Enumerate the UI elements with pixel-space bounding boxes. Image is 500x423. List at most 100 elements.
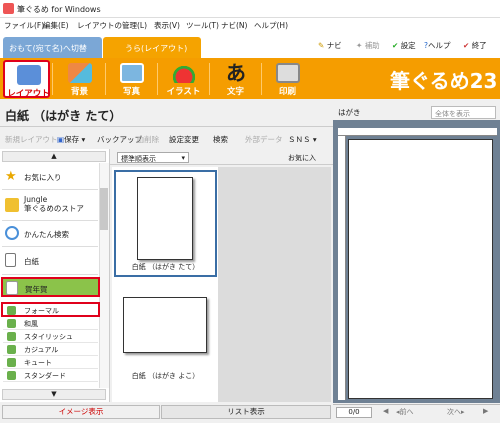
menu-edit[interactable]: 編集(E)	[43, 20, 69, 31]
sort-select[interactable]: 標準順表示 ▾	[117, 152, 189, 163]
sidebar-item-label: かんたん検索	[24, 230, 69, 239]
tab-front-address[interactable]: おもて(宛て名)へ切替	[3, 37, 102, 59]
template-thumbnail	[123, 297, 207, 353]
subitem-label: スタンダード	[24, 372, 66, 380]
photo-icon	[120, 63, 144, 83]
chevron-down-icon: ▾	[181, 154, 185, 162]
preview-size-label: はがき	[338, 108, 361, 117]
template-thumbnail	[137, 177, 193, 260]
subitem-label: キュート	[24, 359, 52, 367]
menu-bar: ファイル(F) 編集(E) レイアウトの管理(L) 表示(V) ツール(T) ナ…	[0, 18, 500, 32]
favorites-link[interactable]: お気に入	[288, 153, 316, 163]
settings-icon: ✔	[392, 41, 399, 50]
zoom-select[interactable]: 全体を表示	[431, 106, 496, 119]
list-view-button[interactable]: リスト表示	[161, 405, 331, 419]
navi-icon: ✎	[318, 41, 325, 50]
template-card-landscape[interactable]: 白紙 （はがき よこ）	[114, 280, 217, 388]
help-button[interactable]: ?ヘルプ	[424, 40, 450, 51]
sidebar-scroll-thumb[interactable]	[100, 188, 108, 230]
sidebar-subitem-standard[interactable]: スタンダード	[3, 369, 98, 382]
menu-layout-manage[interactable]: レイアウトの管理(L)	[77, 20, 147, 31]
folder-icon	[7, 319, 16, 328]
toolbar-divider	[261, 63, 262, 95]
toolbar-print-label: 印刷	[278, 87, 296, 97]
search-button[interactable]: 検索	[213, 134, 228, 145]
prev-page-button[interactable]: ◂前へ	[396, 407, 414, 417]
last-page-button[interactable]: ▶	[483, 407, 488, 415]
app-icon	[3, 3, 14, 14]
sidebar-item-label: 賀年賀	[25, 285, 48, 294]
settings-button[interactable]: ✔ 設定	[392, 40, 416, 51]
toolbar-divider	[105, 63, 106, 95]
template-label: 白紙 （はがき よこ）	[131, 372, 200, 380]
toolbar-layout[interactable]: レイアウト	[3, 60, 50, 99]
toolbar-photo[interactable]: 写真	[108, 60, 155, 98]
sidebar-subitem-casual[interactable]: カジュアル	[3, 343, 98, 356]
horizontal-ruler	[338, 128, 497, 136]
sidebar-subitem-japanese[interactable]: 和風	[3, 317, 98, 330]
sidebar-item-blank[interactable]: 白紙	[2, 247, 98, 275]
subitem-label: スタイリッシュ	[24, 333, 73, 341]
sidebar-item-label: お気に入り	[24, 173, 62, 182]
delete-button[interactable]: ▥削除	[137, 134, 159, 145]
first-page-button[interactable]: ◀	[383, 407, 388, 415]
toolbar-text[interactable]: あ 文字	[212, 60, 259, 98]
navi-button[interactable]: ✎ ナビ	[318, 40, 342, 51]
star-icon: ★	[5, 169, 17, 184]
save-button[interactable]: ▣保存 ▾	[57, 134, 85, 145]
text-a-icon: あ	[226, 61, 246, 85]
exit-icon: ✔	[463, 41, 470, 50]
image-view-button[interactable]: イメージ表示	[2, 405, 160, 419]
title-bar: 筆ぐるめ for Windows	[0, 0, 500, 18]
sidebar-item-jungle-store[interactable]: Jungle 筆ぐるめのストア	[2, 190, 98, 221]
vertical-ruler	[338, 136, 346, 400]
sidebar-item-label: Jungle 筆ぐるめのストア	[24, 195, 84, 213]
new-layout-button[interactable]: 新規レイアウト	[5, 134, 58, 145]
sidebar-item-label: 白紙	[24, 257, 39, 266]
toolbar-layout-label: レイアウト	[7, 89, 50, 99]
tab-back-layout[interactable]: うら(レイアウト)	[103, 37, 201, 59]
settings-change-button[interactable]: 設定変更	[169, 134, 199, 145]
sidebar-item-quick-search[interactable]: かんたん検索	[2, 221, 98, 247]
template-card-portrait[interactable]: 白紙 （はがき たて）	[114, 170, 217, 277]
toolbar-print[interactable]: 印刷	[264, 60, 311, 98]
next-page-button[interactable]: 次へ▸	[447, 407, 465, 417]
app-window: 筆ぐるめ for Windows ファイル(F) 編集(E) レイアウトの管理(…	[0, 0, 500, 423]
folder-icon	[7, 345, 16, 354]
preview-paper[interactable]	[348, 139, 493, 399]
menu-view[interactable]: 表示(V)	[154, 20, 180, 31]
folder-icon	[7, 306, 16, 315]
menu-help[interactable]: ヘルプ(H)	[254, 20, 288, 31]
external-data-button[interactable]: 外部データ	[245, 134, 283, 145]
toolbar-background-label: 背景	[70, 87, 88, 97]
toolbar-illust-label: イラスト	[166, 87, 201, 97]
toolbar-divider	[52, 63, 53, 95]
sidebar-subitem-stylish[interactable]: スタイリッシュ	[3, 330, 98, 343]
sidebar-item-new-year[interactable]: 賀年賀	[1, 277, 100, 297]
card-icon	[6, 281, 18, 295]
toolbar-photo-label: 写真	[122, 87, 140, 97]
exit-button[interactable]: ✔ 終了	[463, 40, 487, 51]
toolbar-background[interactable]: 背景	[56, 60, 103, 98]
watermelon-icon	[172, 63, 196, 83]
menu-tools[interactable]: ツール(T)	[186, 20, 219, 31]
sidebar-subitem-formal[interactable]: フォーマル	[1, 302, 100, 317]
sidebar-item-favorites[interactable]: ★ お気に入り	[2, 163, 98, 190]
assist-icon: ✦	[356, 41, 363, 50]
sidebar-scroll-down[interactable]: ▼	[2, 389, 106, 400]
assist-button[interactable]: ✦ 補助	[356, 40, 380, 51]
background-icon	[68, 63, 92, 83]
menu-file[interactable]: ファイル(F)	[4, 20, 44, 31]
backup-button[interactable]: バックアップ	[97, 134, 142, 145]
subitem-label: カジュアル	[24, 346, 59, 354]
menu-navi[interactable]: ナビ(N)	[221, 20, 247, 31]
sidebar-scroll-up[interactable]: ▲	[2, 151, 106, 162]
store-icon	[5, 198, 19, 212]
toolbar-illust[interactable]: イラスト	[160, 60, 207, 98]
sidebar-subitem-cute[interactable]: キュート	[3, 356, 98, 369]
sns-button[interactable]: ＳＮＳ ▾	[288, 134, 317, 145]
toolbar-text-label: 文字	[226, 87, 244, 97]
subitem-label: 和風	[24, 320, 38, 328]
template-label: 白紙 （はがき たて）	[131, 263, 200, 271]
subitem-label: フォーマル	[24, 307, 59, 315]
